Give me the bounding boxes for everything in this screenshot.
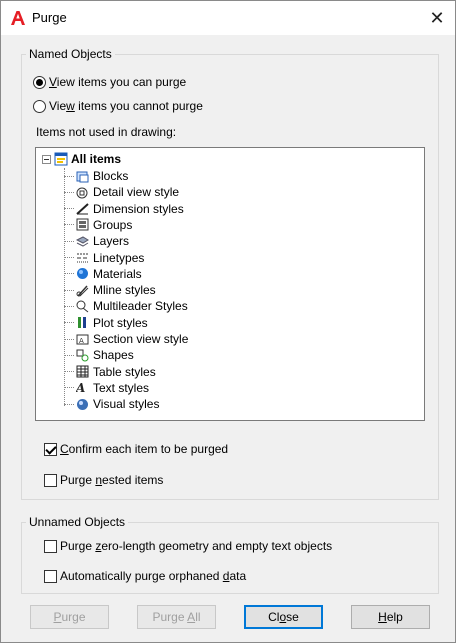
autocad-logo-icon (11, 11, 25, 25)
radio-view-non-purgeable-control[interactable] (33, 99, 46, 113)
items-tree-view[interactable]: All items Blocks Detail view style Dimensi… (35, 147, 425, 421)
purge-orphaned-checkbox[interactable] (44, 569, 57, 583)
detail-view-icon (76, 187, 88, 199)
tree-item[interactable]: Layers (64, 233, 129, 249)
linetypes-icon (77, 253, 88, 263)
tree-root-all-items[interactable]: All items (42, 152, 121, 166)
tree-item[interactable]: Visual styles (64, 396, 159, 412)
groups-icon (76, 218, 89, 231)
tree-item[interactable]: Table styles (64, 364, 156, 380)
shapes-icon (76, 349, 89, 362)
tree-connector-branch (64, 273, 74, 275)
multileader-icon (76, 300, 89, 313)
tree-connector-branch (64, 289, 74, 291)
plot-styles-icon (78, 317, 86, 329)
close-icon: ✕ (429, 7, 445, 28)
tree-item-label: Materials (93, 266, 142, 281)
purge-orphaned-checkbox-row[interactable]: Automatically purge orphaned data (44, 569, 246, 583)
tree-item[interactable]: Groups (64, 217, 132, 233)
tree-connector-branch (64, 208, 74, 210)
tree-item-label: Mline styles (93, 283, 156, 298)
tree-connector-branch (64, 387, 74, 389)
confirm-each-item-checkbox[interactable] (44, 442, 57, 456)
purge-nested-checkbox-row[interactable]: Purge nested items (44, 473, 163, 487)
tree-item-label: Linetypes (93, 250, 145, 265)
tree-item[interactable]: Plot styles (64, 315, 148, 331)
tree-connector-branch (64, 240, 74, 242)
tree-root-label: All items (71, 152, 122, 166)
section-view-icon: A (76, 334, 89, 345)
tree-connector-branch (64, 338, 74, 340)
purge-orphaned-label: Automatically purge orphaned data (60, 569, 247, 583)
purge-zero-length-checkbox[interactable] (44, 539, 57, 553)
tree-connector-branch (64, 224, 74, 226)
tree-item[interactable]: Mline styles (64, 282, 156, 298)
purge-dialog: Purge ✕ Named Objects View items you can… (0, 0, 456, 643)
radio-view-purgeable[interactable]: View items you can purge (33, 75, 186, 89)
tree-item[interactable]: Dimension styles (64, 201, 184, 217)
dimension-icon (76, 203, 89, 215)
tree-item-label: Dimension styles (93, 201, 184, 216)
tree-connector-branch (64, 191, 74, 193)
mline-icon (76, 285, 89, 297)
collapse-icon[interactable] (42, 154, 51, 164)
tree-item-label: Layers (93, 234, 130, 249)
svg-text:A: A (79, 337, 84, 345)
confirm-each-item-label: Confirm each item to be purged (60, 442, 229, 456)
help-button[interactable]: Help (351, 605, 430, 629)
svg-text:A: A (76, 381, 85, 394)
radio-view-purgeable-control[interactable] (33, 75, 46, 89)
radio-view-purgeable-label: View items you can purge (49, 75, 187, 89)
purge-zero-length-label: Purge zero-length geometry and empty tex… (60, 539, 333, 553)
tree-item-label: Visual styles (93, 397, 160, 412)
tree-item[interactable]: A Section view style (64, 331, 188, 347)
tree-item-label: Plot styles (93, 315, 148, 330)
tree-item[interactable]: A Text styles (64, 380, 149, 396)
tree-item-label: Section view style (93, 332, 189, 346)
tree-connector-branch (64, 305, 74, 307)
radio-view-non-purgeable[interactable]: View items you cannot purge (33, 99, 203, 113)
tree-item[interactable]: Shapes (64, 347, 134, 363)
close-button[interactable]: Close (244, 605, 323, 629)
tree-item-label: Blocks (93, 169, 129, 183)
tree-item[interactable]: Linetypes (64, 250, 144, 266)
tree-item[interactable]: Multileader Styles (64, 298, 188, 314)
unnamed-objects-group (21, 522, 439, 594)
tree-item[interactable]: Materials (64, 266, 142, 282)
title-bar[interactable]: Purge ✕ (1, 1, 455, 35)
blocks-icon (76, 171, 89, 182)
tree-item-label: Detail view style (93, 185, 180, 200)
purge-button[interactable]: Purge (30, 605, 109, 629)
tree-connector-branch (64, 403, 74, 405)
purge-all-button[interactable]: Purge All (137, 605, 216, 629)
tree-item[interactable]: Blocks (64, 168, 128, 184)
tree-item-label: Groups (93, 217, 133, 232)
tree-connector-branch (64, 322, 74, 324)
purge-nested-checkbox[interactable] (44, 473, 57, 487)
window-title: Purge (32, 10, 67, 25)
purge-nested-label: Purge nested items (60, 473, 164, 487)
tree-connector-branch (64, 257, 74, 258)
tree-item[interactable]: Detail view style (64, 184, 179, 200)
radio-view-non-purgeable-label: View items you cannot purge (49, 99, 203, 113)
materials-icon (77, 268, 88, 280)
tree-item-label: Multileader Styles (93, 299, 188, 314)
tree-item-label: Shapes (93, 348, 134, 363)
tree-connector-branch (64, 354, 74, 356)
named-objects-label: Named Objects (26, 47, 115, 61)
text-styles-icon: A (76, 381, 85, 394)
all-items-icon (54, 152, 68, 166)
tree-connector-branch (64, 175, 74, 177)
visual-styles-icon (77, 398, 88, 410)
tree-connector-branch (64, 371, 74, 373)
tree-caption: Items not used in drawing: (36, 125, 177, 139)
close-window-button[interactable]: ✕ (419, 1, 455, 35)
tree-item-label: Table styles (93, 364, 156, 379)
confirm-each-item-checkbox-row[interactable]: Confirm each item to be purged (44, 442, 228, 456)
layers-icon (76, 236, 89, 247)
tree-item-label: Text styles (93, 380, 150, 395)
purge-zero-length-checkbox-row[interactable]: Purge zero-length geometry and empty tex… (44, 539, 332, 553)
unnamed-objects-label: Unnamed Objects (26, 515, 129, 529)
table-icon (76, 365, 89, 378)
